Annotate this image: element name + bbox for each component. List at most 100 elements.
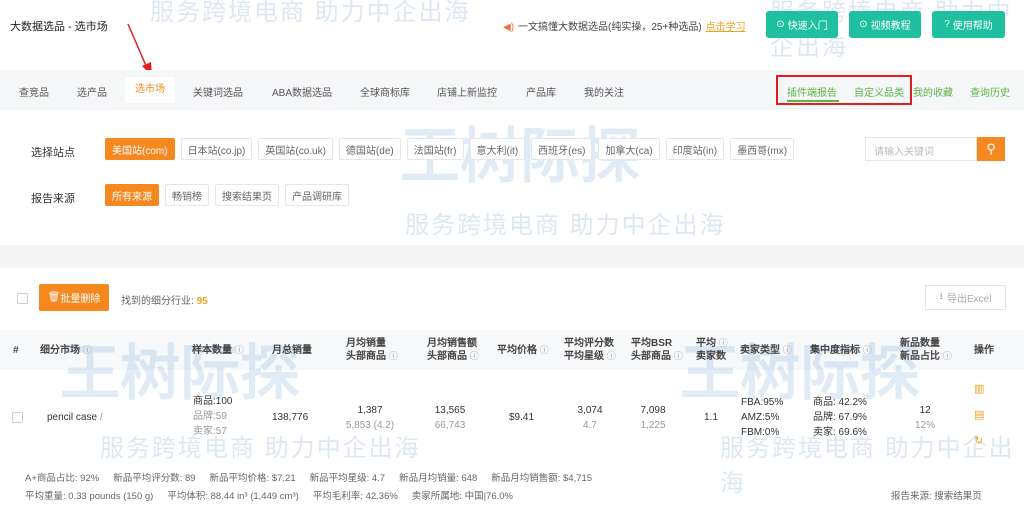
- tab-product-library[interactable]: 产品库: [526, 84, 556, 99]
- chart-icon[interactable]: ▥: [974, 382, 984, 395]
- help-icon[interactable]: ⓘ: [83, 345, 92, 355]
- col-avg-revenue[interactable]: 月均销售额 头部商品 ⓘ: [427, 337, 479, 363]
- tab-market[interactable]: 选市场: [125, 77, 175, 103]
- button-label: 视频教程: [870, 21, 911, 32]
- avg-sales-cell: 1,387 5,853 (4.2): [335, 403, 405, 433]
- help-icon[interactable]: ⓘ: [719, 338, 728, 348]
- new-cell: 12 12%: [905, 403, 945, 433]
- keyword-search-input[interactable]: 请输入关键词: [865, 137, 977, 161]
- edit-icon[interactable]: /: [100, 412, 103, 423]
- col-seller-type[interactable]: 卖家类型 ⓘ: [740, 344, 792, 357]
- quick-start-button[interactable]: ⊙ 快速入门: [766, 11, 838, 38]
- avg-sales: 1,387: [357, 405, 383, 416]
- conc-products: 商品: 42.2%: [813, 397, 867, 408]
- avg-price: $9.41: [509, 412, 535, 423]
- col-avg-sales[interactable]: 月均销量 头部商品 ⓘ: [346, 337, 398, 363]
- tab-history[interactable]: 查询历史: [970, 84, 1010, 99]
- site-jp[interactable]: 日本站(co.jp): [180, 138, 253, 160]
- avg-revenue-top: 66,743: [434, 420, 466, 431]
- select-all-checkbox[interactable]: [17, 293, 28, 304]
- source-all[interactable]: 所有来源: [105, 184, 159, 206]
- stats-line-1: A+商品占比: 92% 新品平均评分数: 89 新品平均价格: $7.21 新品平均星…: [25, 470, 606, 484]
- col-total-sales[interactable]: 月总销量: [272, 344, 312, 357]
- col-market[interactable]: 细分市场 ⓘ: [40, 344, 92, 357]
- play-circle-icon: ⊙: [776, 19, 785, 30]
- site-es[interactable]: 西班牙(es): [531, 138, 593, 160]
- found-number: 95: [196, 296, 208, 307]
- video-tutorial-button[interactable]: ⊙ 视频教程: [849, 11, 921, 38]
- site-uk[interactable]: 英国站(co.uk): [258, 138, 333, 160]
- search-icon: ⚲: [986, 141, 996, 156]
- watermark-slogan: 服务跨境电商 助力中企出海: [405, 212, 726, 239]
- avg-sales-top: 5,853 (4.2): [345, 420, 395, 431]
- site-in[interactable]: 印度站(in): [665, 138, 725, 160]
- speaker-icon: ◀): [503, 22, 515, 33]
- refresh-icon[interactable]: ↻: [974, 434, 983, 447]
- source-search-results[interactable]: 搜索结果页: [215, 184, 279, 206]
- help-icon[interactable]: ⓘ: [607, 351, 616, 361]
- export-excel-button[interactable]: ⭳ 导出Excel: [925, 285, 1006, 310]
- help-button[interactable]: ? 使用帮助: [932, 11, 1005, 38]
- market-name[interactable]: pencil case /: [47, 410, 103, 425]
- help-icon[interactable]: ⓘ: [389, 351, 398, 361]
- tab-store-monitor[interactable]: 店铺上新监控: [437, 84, 497, 99]
- help-icon[interactable]: ⓘ: [863, 345, 872, 355]
- row-checkbox[interactable]: [12, 412, 23, 423]
- help-icon[interactable]: ⓘ: [674, 351, 683, 361]
- avg-stars: 4.7: [583, 420, 597, 431]
- help-icon[interactable]: ⓘ: [783, 345, 792, 355]
- avg-revenue-cell: 13,565 66,743: [420, 403, 480, 433]
- bsr-cell: 7,098 1,225: [628, 403, 678, 433]
- site-us[interactable]: 美国站(com): [105, 138, 175, 160]
- tab-product[interactable]: 选产品: [77, 84, 107, 99]
- stat: 平均体积: 88.44 in³ (1,449 cm³): [167, 491, 299, 502]
- tab-aba[interactable]: ABA数据选品: [272, 84, 332, 99]
- batch-delete-button[interactable]: 🗑 批量删除: [39, 284, 109, 311]
- source-research[interactable]: 产品调研库: [285, 184, 349, 206]
- button-label: 使用帮助: [952, 21, 993, 32]
- watermark-slogan: 服务跨境电商 助力中企出海: [150, 0, 471, 26]
- tab-my-follow[interactable]: 我的关注: [584, 84, 624, 99]
- col-label: 月均销量: [346, 338, 386, 349]
- red-box-annotation: [776, 75, 912, 105]
- col-sellers[interactable]: 平均 ⓘ 卖家数: [696, 337, 728, 363]
- button-label: 快速入门: [787, 21, 828, 32]
- avg-revenue: 13,565: [434, 405, 466, 416]
- source-label: 报告来源: [31, 193, 75, 205]
- col-concentration[interactable]: 集中度指标 ⓘ: [810, 344, 872, 357]
- source-bestseller[interactable]: 畅销榜: [165, 184, 209, 206]
- tab-trademark[interactable]: 全球商标库: [360, 84, 410, 99]
- col-price[interactable]: 平均价格 ⓘ: [497, 344, 549, 357]
- tab-competitor[interactable]: 查竞品: [19, 84, 49, 99]
- stat: 新品平均价格: $7.21: [209, 473, 296, 484]
- col-label: 平均评分数: [564, 338, 614, 349]
- site-it[interactable]: 意大利(it): [469, 138, 526, 160]
- help-icon[interactable]: ⓘ: [943, 351, 952, 361]
- concentration-cell: 商品: 42.2% 品牌: 67.9% 卖家: 69.6%: [813, 395, 867, 440]
- col-sample[interactable]: 样本数量 ⓘ: [192, 344, 244, 357]
- col-bsr[interactable]: 平均BSR 头部商品 ⓘ: [631, 337, 683, 363]
- button-label: 导出Excel: [947, 294, 992, 305]
- site-ca[interactable]: 加拿大(ca): [598, 138, 660, 160]
- stat: 新品平均评分数: 89: [113, 473, 196, 484]
- site-de[interactable]: 德国站(de): [338, 138, 401, 160]
- report-icon[interactable]: ▤: [974, 408, 984, 421]
- tab-favorites[interactable]: 我的收藏: [913, 84, 953, 99]
- col-new[interactable]: 新品数量 新品占比 ⓘ: [900, 337, 952, 363]
- site-mx[interactable]: 墨西哥(mx): [730, 138, 795, 160]
- col-label: 平均星级: [564, 351, 604, 362]
- stat: 卖家所属地: 中国|76.0%: [411, 491, 513, 502]
- col-label: 细分市场: [40, 345, 80, 356]
- col-label: 平均: [696, 338, 716, 349]
- market-link[interactable]: pencil case: [47, 412, 97, 423]
- site-fr[interactable]: 法国站(fr): [406, 138, 464, 160]
- col-label: 集中度指标: [810, 345, 860, 356]
- search-button[interactable]: ⚲: [977, 137, 1005, 161]
- help-icon[interactable]: ⓘ: [540, 345, 549, 355]
- col-reviews[interactable]: 平均评分数平均星级 ⓘ: [564, 337, 616, 363]
- help-icon[interactable]: ⓘ: [235, 345, 244, 355]
- col-label: 平均BSR: [631, 338, 673, 349]
- learn-link[interactable]: 点击学习: [706, 22, 746, 33]
- tab-keyword[interactable]: 关键词选品: [193, 84, 243, 99]
- help-icon[interactable]: ⓘ: [470, 351, 479, 361]
